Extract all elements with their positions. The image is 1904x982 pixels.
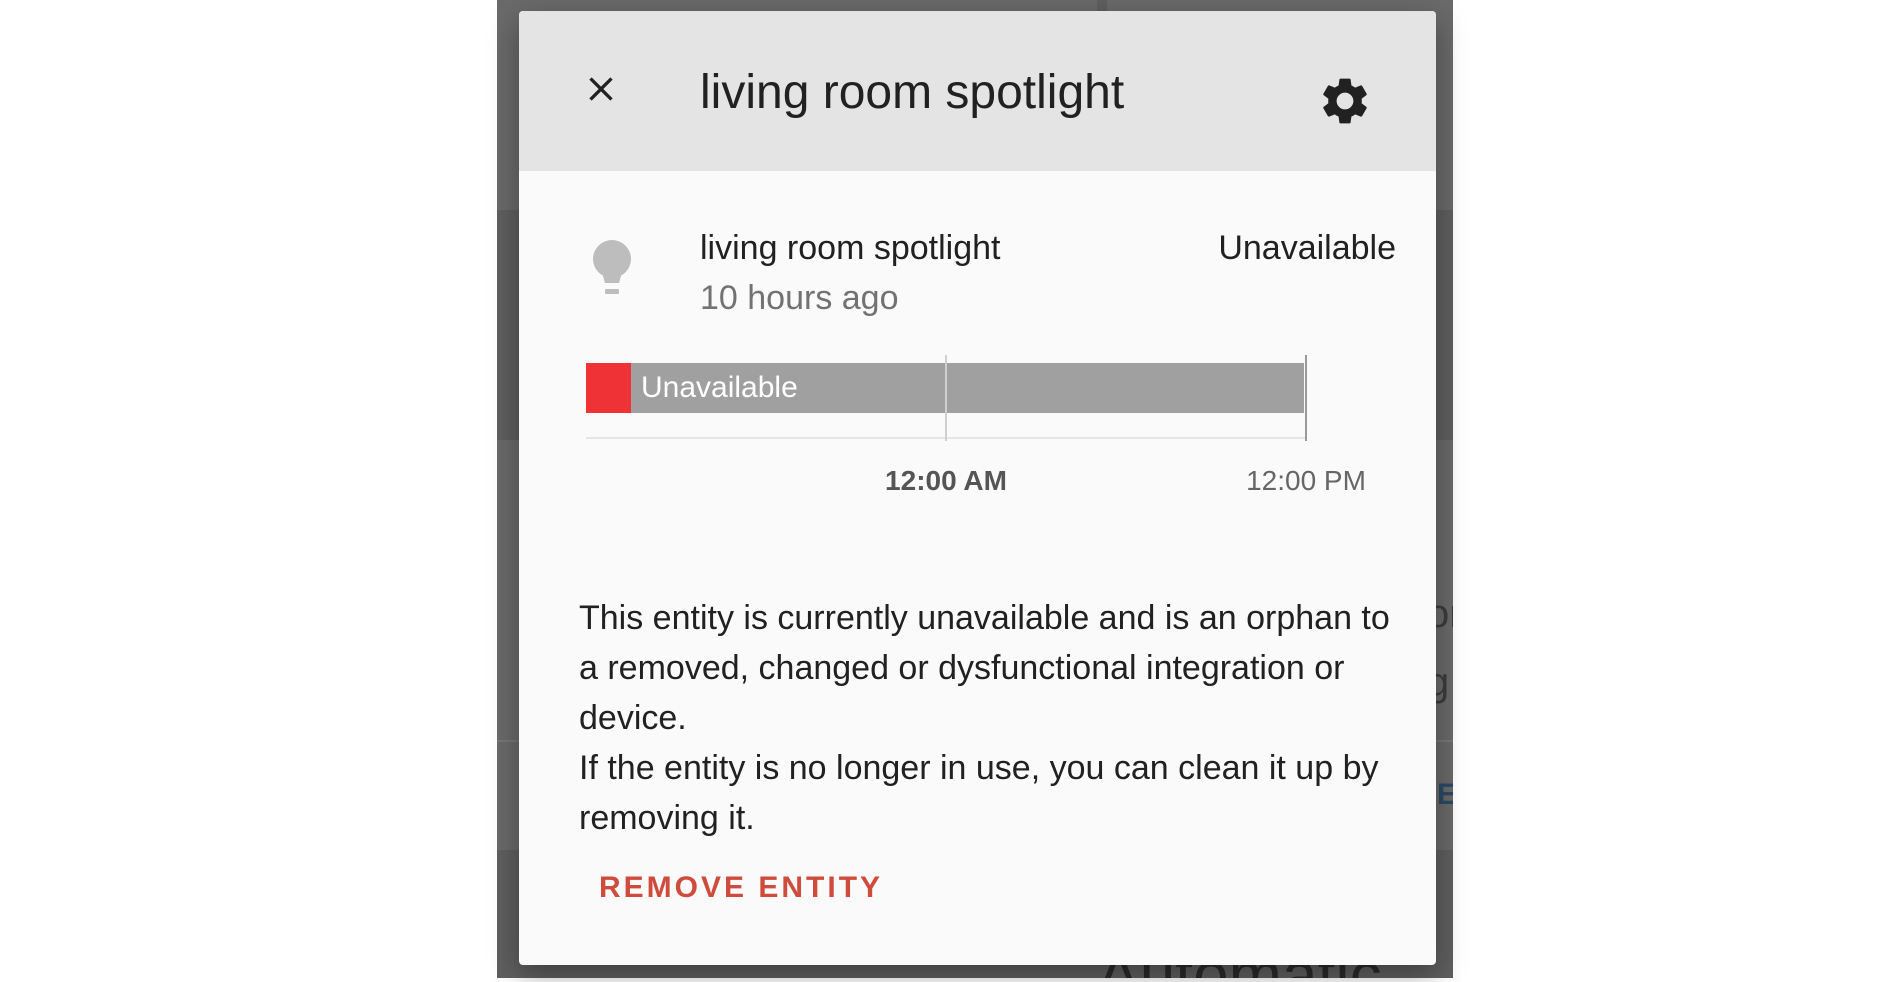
timeline-tick: [945, 355, 947, 441]
dialog-title: living room spotlight: [700, 66, 1125, 119]
timeline-tick: [1305, 355, 1307, 441]
entity-last-changed: 10 hours ago: [700, 279, 899, 317]
entity-dialog: living room spotlight living room spotli…: [519, 11, 1436, 965]
entity-state: Unavailable: [1218, 229, 1396, 267]
cleanup-message-text: If the entity is no longer in use, you c…: [579, 749, 1379, 837]
orphan-message: This entity is currently unavailable and…: [579, 593, 1409, 843]
gear-icon: [1323, 78, 1367, 124]
timeline-label-noon: 12:00 PM: [1246, 465, 1366, 496]
history-bar-label: Unavailable: [641, 371, 798, 404]
entity-name: living room spotlight: [700, 229, 1001, 267]
close-icon: [589, 77, 613, 101]
history-timeline: Unavailable 12:00 AM 12:00 PM: [586, 355, 1386, 513]
remove-entity-button[interactable]: REMOVE ENTITY: [579, 865, 903, 911]
background-link: E: [1437, 778, 1453, 811]
settings-button[interactable]: [1313, 69, 1377, 133]
dialog-header: living room spotlight: [519, 11, 1436, 171]
close-button[interactable]: [569, 57, 633, 121]
orphan-message-text: This entity is currently unavailable and…: [579, 599, 1390, 737]
unavailable-segment: [586, 363, 631, 413]
timeline-label-midnight: 12:00 AM: [885, 465, 1007, 496]
lightbulb-icon: [593, 240, 631, 294]
entity-icon: [585, 237, 639, 299]
